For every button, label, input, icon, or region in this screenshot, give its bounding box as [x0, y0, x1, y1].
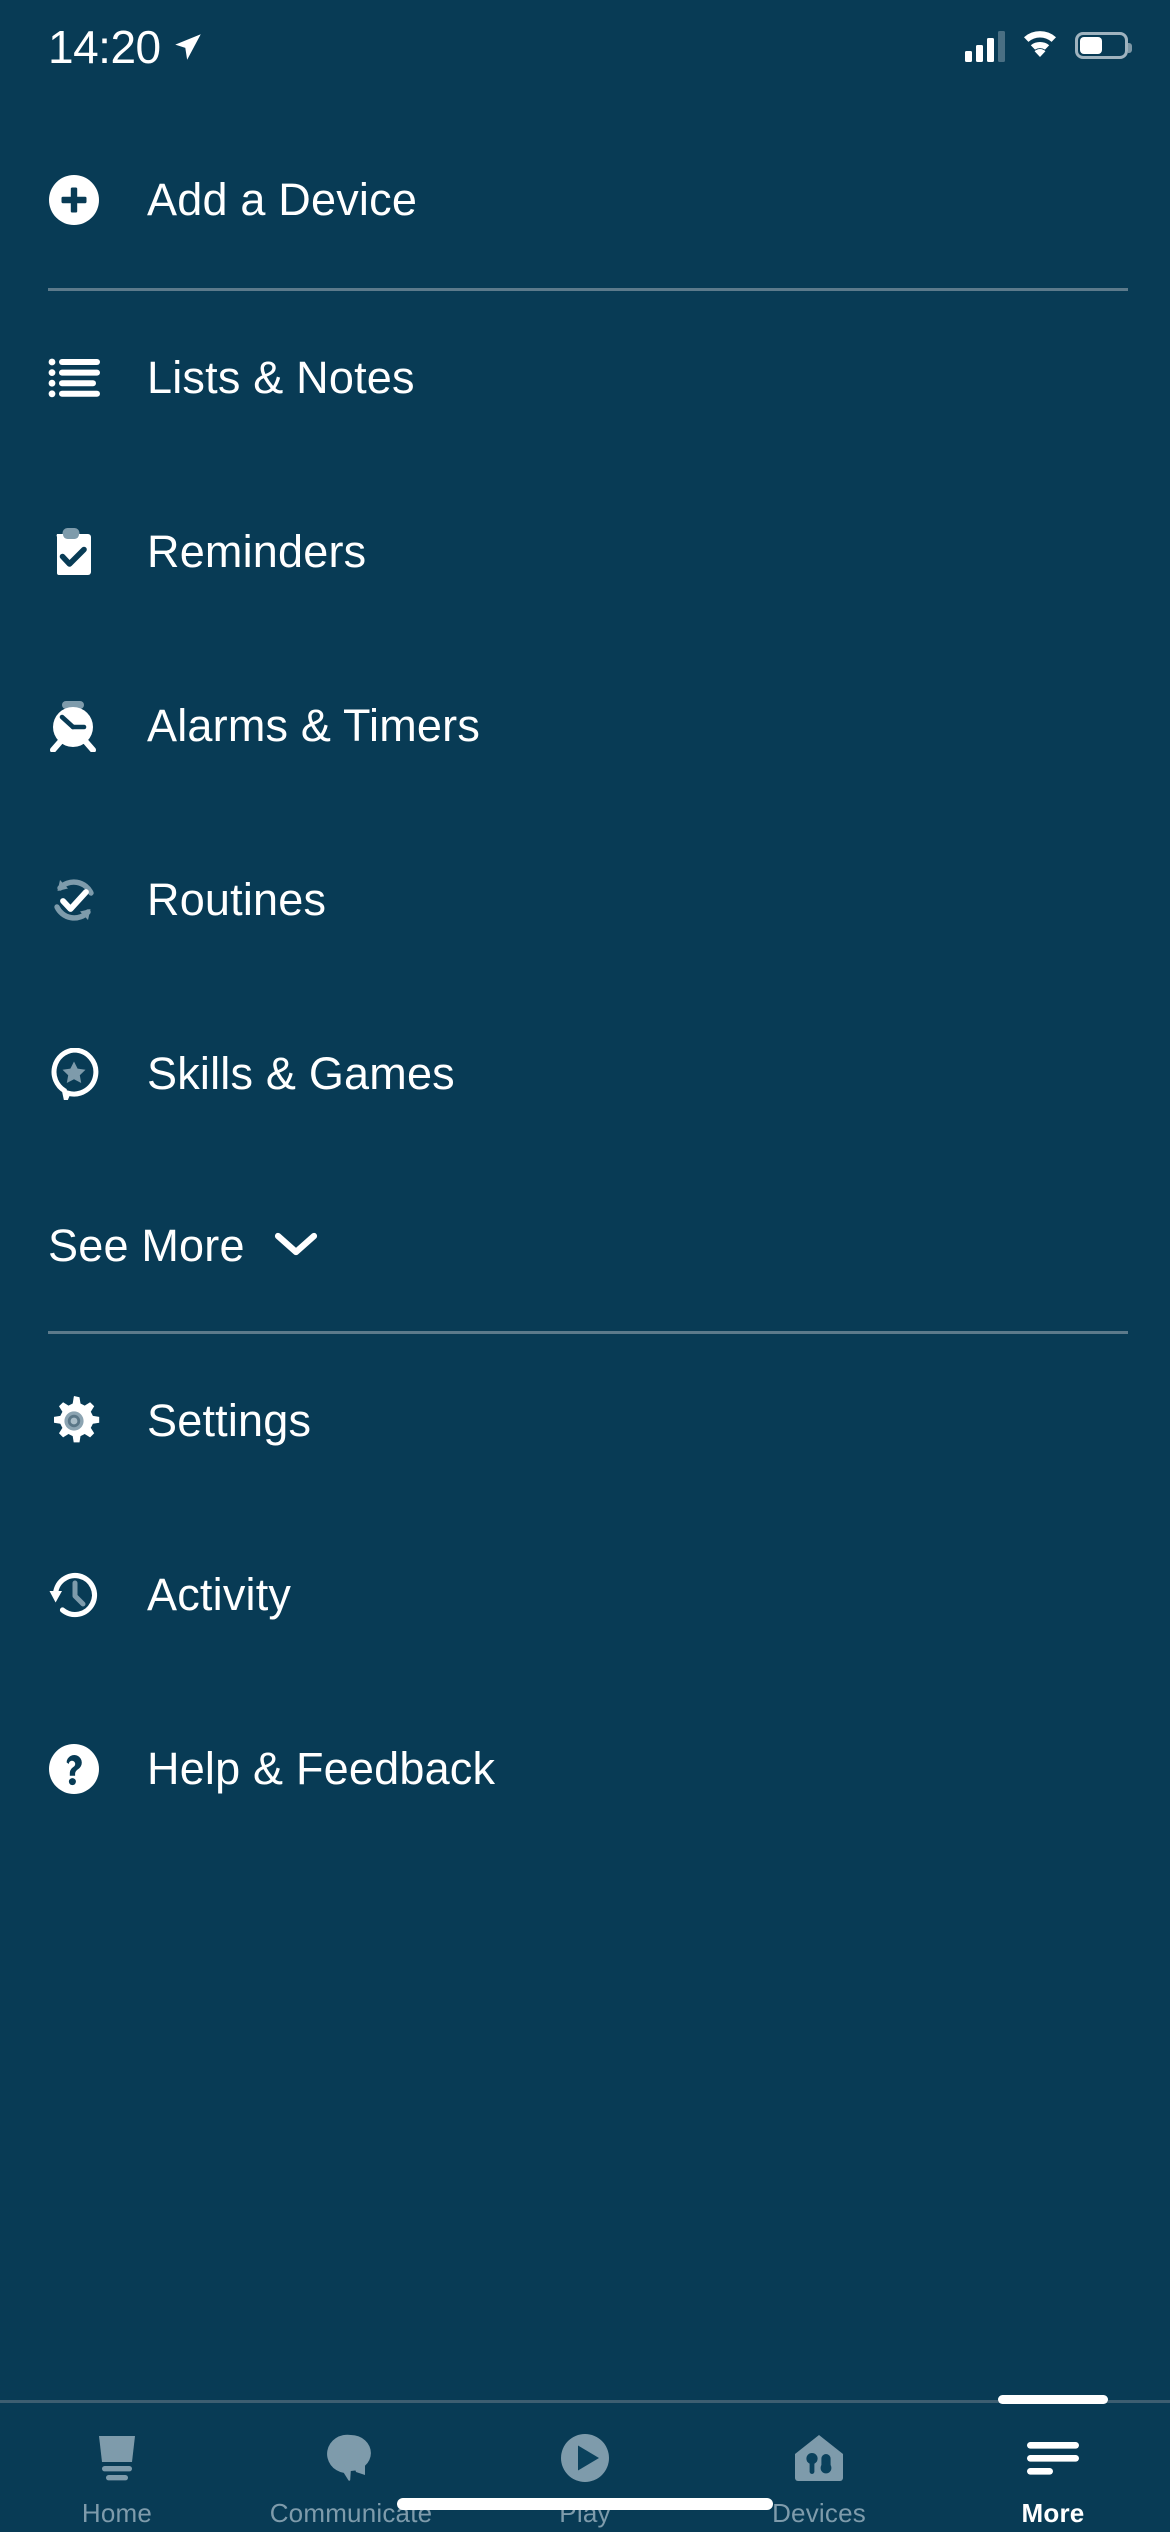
status-clock: 14:20	[48, 21, 161, 73]
tab-play[interactable]: Play	[468, 2403, 702, 2532]
tab-label: Home	[81, 2498, 153, 2528]
menu-item-lists-notes[interactable]: Lists & Notes	[0, 291, 1170, 465]
gear-icon	[48, 1384, 122, 1458]
menu-item-routines[interactable]: Routines	[0, 813, 1170, 987]
menu-item-label: Alarms & Timers	[147, 700, 481, 751]
tab-label: More	[1021, 2498, 1085, 2528]
active-tab-indicator	[998, 2395, 1108, 2404]
menu-item-activity[interactable]: Activity	[0, 1508, 1170, 1682]
menu-item-add-a-device[interactable]: Add a Device	[0, 112, 1170, 288]
bulleted-list-icon	[48, 341, 122, 415]
menu-item-alarms-timers[interactable]: Alarms & Timers	[0, 639, 1170, 813]
question-circle-icon	[48, 1732, 122, 1806]
status-bar: 14:20	[0, 0, 1170, 112]
menu-item-skills-games[interactable]: Skills & Games	[0, 987, 1170, 1161]
cellular-bars-icon	[965, 30, 1005, 62]
hamburger-menu-icon	[1023, 2429, 1083, 2487]
see-more-button[interactable]: See More	[0, 1161, 1170, 1331]
menu-item-label: Activity	[147, 1569, 292, 1620]
menu-item-label: Help & Feedback	[147, 1743, 496, 1794]
menu-item-label: Settings	[147, 1395, 312, 1446]
menu-item-label: Skills & Games	[147, 1048, 455, 1099]
chevron-down-icon	[273, 1229, 319, 1264]
tab-more[interactable]: More	[936, 2395, 1170, 2532]
see-more-label: See More	[48, 1220, 245, 1271]
menu-item-label: Reminders	[147, 526, 367, 577]
location-arrow-icon	[171, 30, 205, 64]
speech-bubble-star-icon	[48, 1037, 122, 1111]
echo-device-icon	[88, 2429, 146, 2487]
alarm-clock-icon	[48, 689, 122, 763]
plus-circle-icon	[48, 163, 122, 237]
home-indicator-bar[interactable]	[397, 2498, 773, 2510]
play-circle-icon	[559, 2429, 611, 2487]
tab-devices[interactable]: Devices	[702, 2403, 936, 2532]
refresh-check-icon	[48, 863, 122, 937]
battery-icon	[1075, 32, 1132, 59]
more-menu-list: Add a Device Lists & Notes Reminders Ala…	[0, 112, 1170, 1856]
tab-communicate[interactable]: Communicate	[234, 2403, 468, 2532]
wifi-icon	[1021, 28, 1059, 63]
status-time-group: 14:20	[48, 24, 205, 70]
menu-item-label: Lists & Notes	[147, 352, 415, 403]
menu-item-label: Routines	[147, 874, 327, 925]
tab-label: Devices	[772, 2498, 866, 2528]
smart-home-icon	[791, 2429, 847, 2487]
tab-home[interactable]: Home	[0, 2403, 234, 2532]
speech-bubble-icon	[325, 2429, 377, 2487]
menu-item-help-feedback[interactable]: Help & Feedback	[0, 1682, 1170, 1856]
app-screen: 14:20 Add a Device Lists & Notes Reminde…	[0, 0, 1170, 2532]
clock-history-icon	[48, 1558, 122, 1632]
bottom-tab-bar: Home Communicate Play Devices More	[0, 2395, 1170, 2532]
menu-item-label: Add a Device	[147, 174, 418, 225]
clipboard-check-icon	[48, 515, 122, 589]
menu-item-settings[interactable]: Settings	[0, 1334, 1170, 1508]
status-indicators	[965, 28, 1132, 63]
menu-item-reminders[interactable]: Reminders	[0, 465, 1170, 639]
